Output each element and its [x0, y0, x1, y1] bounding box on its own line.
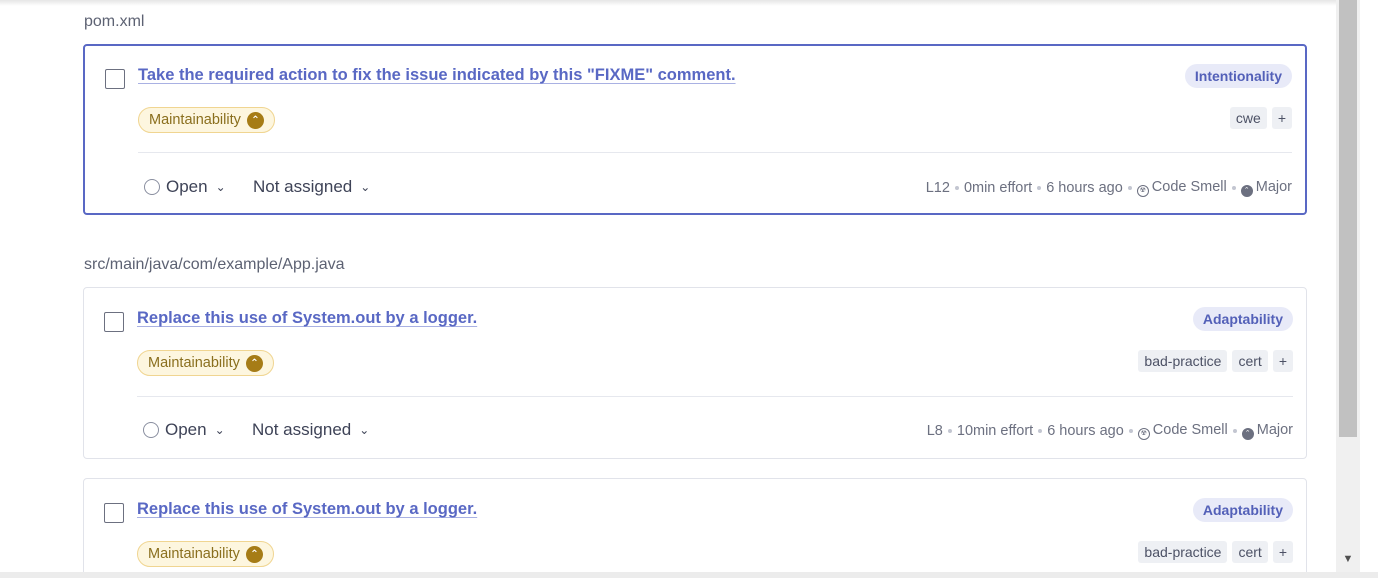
issue-severity: ⌃ Major: [1240, 179, 1292, 197]
file-path-app-java: src/main/java/com/example/App.java: [84, 256, 345, 273]
issue-type: ☢ Code Smell: [1137, 422, 1228, 440]
issue-type-label: Code Smell: [1152, 422, 1228, 438]
separator-dot: [1231, 186, 1236, 190]
top-shadow: [0, 0, 1336, 6]
tag[interactable]: bad-practice: [1138, 350, 1228, 372]
line-number[interactable]: L12: [926, 180, 950, 196]
severity-label: Major: [1256, 422, 1293, 438]
issue-title-link[interactable]: Replace this use of System.out by a logg…: [137, 500, 477, 519]
tag[interactable]: cert: [1232, 350, 1268, 372]
chevron-down-icon: ⌄: [214, 423, 225, 437]
separator-dot: [954, 186, 959, 190]
issue-title-link[interactable]: Replace this use of System.out by a logg…: [137, 309, 477, 328]
chevron-up-circle-icon: ⌃: [245, 545, 263, 563]
chevron-up-circle-icon: ⌃: [246, 111, 264, 129]
issues-list: pom.xml Take the required action to fix …: [0, 0, 1336, 572]
issue-checkbox[interactable]: [105, 69, 125, 89]
tag[interactable]: cert: [1232, 541, 1268, 563]
right-pane-edge: [1360, 0, 1378, 578]
severity-major-icon: ⌃: [1240, 185, 1253, 197]
issue-title-link[interactable]: Take the required action to fix the issu…: [138, 66, 736, 85]
assignee-label: Not assigned: [252, 420, 352, 439]
file-path-pom: pom.xml: [84, 13, 145, 30]
separator-dot: [1232, 429, 1237, 433]
separator-dot: [1038, 429, 1043, 433]
effort: 10min effort: [956, 423, 1034, 439]
issue-tags[interactable]: bad-practice cert +: [1138, 541, 1293, 563]
issue-type-label: Code Smell: [1151, 179, 1227, 195]
issue-card[interactable]: Take the required action to fix the issu…: [83, 44, 1307, 215]
open-circle-icon: [144, 179, 160, 195]
issue-checkbox[interactable]: [104, 312, 124, 332]
scroll-down-arrow-icon[interactable]: ▼: [1336, 550, 1360, 568]
issue-checkbox[interactable]: [104, 503, 124, 523]
clean-code-attribute-badge[interactable]: Intentionality: [1184, 64, 1292, 88]
issue-type: ☢ Code Smell: [1136, 179, 1227, 197]
clean-code-attribute-badge[interactable]: Adaptability: [1192, 498, 1293, 522]
separator-dot: [1128, 429, 1133, 433]
status-dropdown[interactable]: Open ⌄: [143, 420, 225, 440]
add-tag-button[interactable]: +: [1272, 350, 1293, 372]
status-label: Open: [166, 177, 208, 196]
issue-age[interactable]: 6 hours ago: [1046, 180, 1123, 196]
chevron-down-icon: ⌄: [360, 180, 371, 194]
assignee-dropdown[interactable]: Not assigned ⌄: [252, 420, 369, 440]
severity-label: Major: [1255, 179, 1292, 195]
software-quality-badge[interactable]: Maintainability ⌃: [137, 350, 274, 376]
issue-tags[interactable]: cwe +: [1229, 107, 1292, 129]
issue-meta: L12 0min effort 6 hours ago ☢ Code Smell …: [926, 179, 1292, 197]
scrollbar-thumb[interactable]: [1339, 0, 1357, 437]
issue-card[interactable]: Replace this use of System.out by a logg…: [83, 478, 1307, 572]
software-quality-label: Maintainability: [148, 355, 240, 371]
open-circle-icon: [143, 422, 159, 438]
code-smell-icon: ☢: [1136, 185, 1149, 197]
tag[interactable]: bad-practice: [1138, 541, 1228, 563]
issue-card[interactable]: Replace this use of System.out by a logg…: [83, 287, 1307, 459]
code-smell-icon: ☢: [1137, 428, 1150, 440]
software-quality-label: Maintainability: [149, 112, 241, 128]
line-number[interactable]: L8: [927, 423, 943, 439]
separator-dot: [1037, 186, 1042, 190]
clean-code-attribute-badge[interactable]: Adaptability: [1192, 307, 1293, 331]
software-quality-label: Maintainability: [148, 546, 240, 562]
assignee-dropdown[interactable]: Not assigned ⌄: [253, 177, 370, 197]
software-quality-badge[interactable]: Maintainability ⌃: [138, 107, 275, 133]
add-tag-button[interactable]: +: [1271, 107, 1292, 129]
separator-dot: [1127, 186, 1132, 190]
chevron-down-icon: ⌄: [359, 423, 370, 437]
status-dropdown[interactable]: Open ⌄: [144, 177, 226, 197]
divider: [138, 152, 1292, 153]
add-tag-button[interactable]: +: [1272, 541, 1293, 563]
status-label: Open: [165, 420, 207, 439]
issue-severity: ⌃ Major: [1241, 422, 1293, 440]
bottom-edge: [0, 572, 1378, 578]
effort: 0min effort: [963, 180, 1033, 196]
divider: [137, 396, 1293, 397]
chevron-up-circle-icon: ⌃: [245, 354, 263, 372]
issue-meta: L8 10min effort 6 hours ago ☢ Code Smell …: [927, 422, 1293, 440]
software-quality-badge[interactable]: Maintainability ⌃: [137, 541, 274, 567]
issue-age[interactable]: 6 hours ago: [1047, 423, 1124, 439]
assignee-label: Not assigned: [253, 177, 353, 196]
tag[interactable]: cwe: [1229, 107, 1267, 129]
vertical-scrollbar[interactable]: ▼: [1336, 0, 1360, 572]
separator-dot: [947, 429, 952, 433]
chevron-down-icon: ⌄: [215, 180, 226, 194]
issue-tags[interactable]: bad-practice cert +: [1138, 350, 1293, 372]
issues-viewport: pom.xml Take the required action to fix …: [0, 0, 1378, 578]
severity-major-icon: ⌃: [1241, 428, 1254, 440]
